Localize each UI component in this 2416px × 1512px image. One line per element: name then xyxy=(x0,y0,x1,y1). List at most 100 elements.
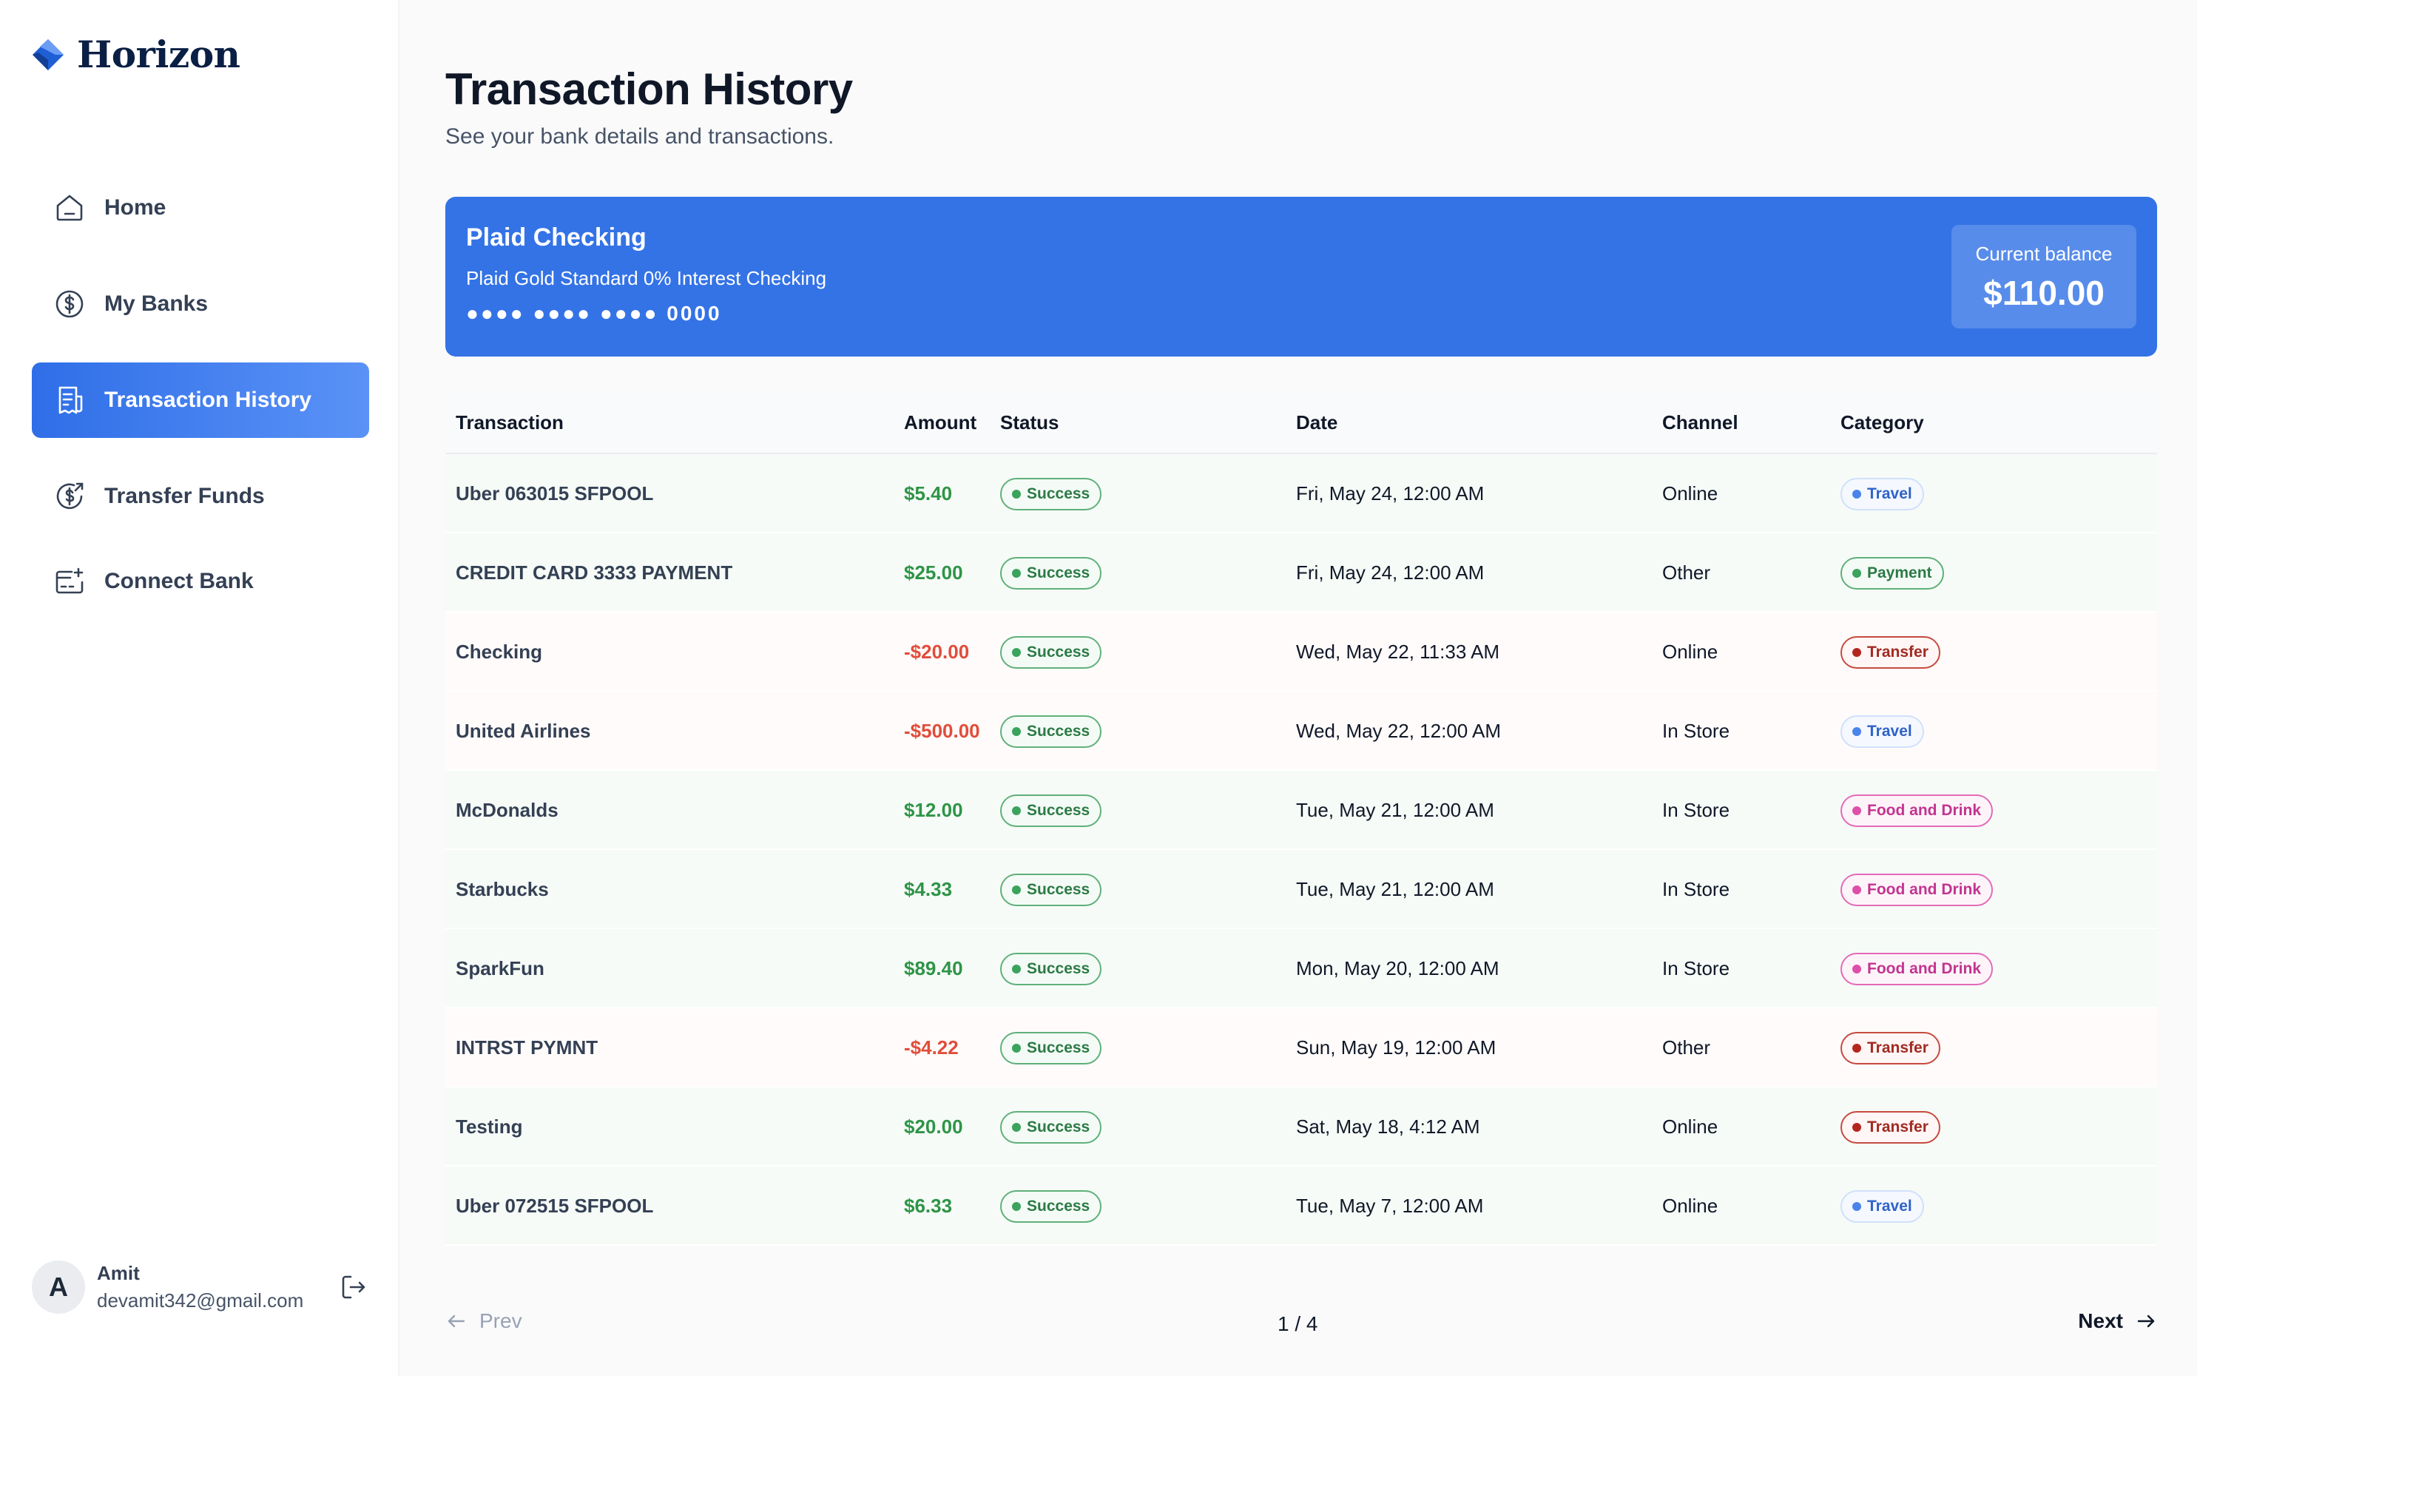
category-dot-icon xyxy=(1852,568,1861,578)
category-cell: Transfer xyxy=(1840,1087,1940,1167)
user-name: Amit xyxy=(97,1262,140,1284)
next-label: Next xyxy=(2078,1309,2123,1332)
status-badge: Success xyxy=(1000,477,1102,510)
column-header-date: Date xyxy=(1296,411,1338,433)
column-header-category: Category xyxy=(1840,411,1924,433)
transaction-channel: Other xyxy=(1662,1036,1711,1059)
table-row[interactable]: United Airlines -$500.00 Success Wed, May 2… xyxy=(445,692,2157,771)
table-row[interactable]: Uber 072515 SFPOOL $6.33 Success Tue, May 7… xyxy=(445,1167,2157,1246)
transaction-date: Tue, May 7, 12:00 AM xyxy=(1296,1195,1484,1217)
column-header-transaction: Transaction xyxy=(456,411,564,433)
status-cell: Success xyxy=(1000,1008,1102,1087)
category-cell: Food and Drink xyxy=(1840,850,1993,929)
category-dot-icon xyxy=(1852,1043,1861,1053)
status-dot-icon xyxy=(1012,806,1021,815)
user-email: devamit342@gmail.com xyxy=(97,1289,304,1312)
status-badge: Success xyxy=(1000,635,1102,669)
logout-icon[interactable] xyxy=(339,1272,368,1302)
bank-info-card: Plaid Checking Plaid Gold Standard 0% In… xyxy=(445,197,2157,357)
transaction-channel: In Store xyxy=(1662,799,1730,821)
status-badge: Success xyxy=(1000,715,1102,748)
status-label: Success xyxy=(1027,1039,1090,1056)
arrow-right-icon xyxy=(2137,1314,2155,1328)
transaction-date: Wed, May 22, 11:33 AM xyxy=(1296,641,1500,663)
status-dot-icon xyxy=(1012,568,1021,578)
transaction-name: Uber 063015 SFPOOL xyxy=(456,482,654,504)
table-row[interactable]: SparkFun $89.40 Success Mon, May 20, 12:00 … xyxy=(445,929,2157,1008)
next-button[interactable]: Next xyxy=(2078,1309,2157,1333)
transaction-channel: Online xyxy=(1662,641,1718,663)
prev-button[interactable]: Prev xyxy=(445,1309,522,1333)
status-label: Success xyxy=(1027,1197,1090,1215)
transaction-name: CREDIT CARD 3333 PAYMENT xyxy=(456,561,733,584)
category-label: Payment xyxy=(1867,564,1932,581)
transaction-channel: Online xyxy=(1662,1116,1718,1138)
category-dot-icon xyxy=(1852,1122,1861,1132)
card-add-icon xyxy=(55,567,84,594)
status-dot-icon xyxy=(1012,885,1021,894)
transaction-date: Fri, May 24, 12:00 AM xyxy=(1296,561,1485,584)
table-row[interactable]: INTRST PYMNT -$4.22 Success Sun, May 19, 12… xyxy=(445,1008,2157,1087)
transaction-amount: -$20.00 xyxy=(904,641,970,663)
category-dot-icon xyxy=(1852,964,1861,973)
transaction-channel: In Store xyxy=(1662,720,1730,742)
transaction-amount: $20.00 xyxy=(904,1116,963,1138)
transaction-amount: -$500.00 xyxy=(904,720,980,742)
category-label: Transfer xyxy=(1867,1118,1929,1135)
table-row[interactable]: McDonalds $12.00 Success Tue, May 21, 12:00… xyxy=(445,771,2157,850)
transaction-date: Wed, May 22, 12:00 AM xyxy=(1296,720,1501,742)
status-badge: Success xyxy=(1000,873,1102,906)
transaction-amount: $4.33 xyxy=(904,878,953,900)
avatar[interactable]: A xyxy=(32,1260,85,1314)
category-cell: Transfer xyxy=(1840,1008,1940,1087)
transaction-name: SparkFun xyxy=(456,957,544,979)
category-dot-icon xyxy=(1852,726,1861,736)
category-badge: Transfer xyxy=(1840,1110,1940,1144)
transaction-date: Tue, May 21, 12:00 AM xyxy=(1296,878,1494,900)
sidebar-item-connect-bank[interactable]: Connect Bank xyxy=(32,544,369,619)
category-badge: Travel xyxy=(1840,715,1924,748)
transaction-date: Mon, May 20, 12:00 AM xyxy=(1296,957,1499,979)
category-dot-icon xyxy=(1852,647,1861,657)
table-body: Uber 063015 SFPOOL $5.40 Success Fri, May 2… xyxy=(445,454,2157,1246)
transaction-channel: Other xyxy=(1662,561,1711,584)
user-info: Amit devamit342@gmail.com xyxy=(97,1262,303,1312)
category-label: Travel xyxy=(1867,1197,1912,1215)
status-label: Success xyxy=(1027,1118,1090,1135)
status-label: Success xyxy=(1027,564,1090,581)
bank-name: Plaid Checking xyxy=(466,223,647,252)
table-row[interactable]: Uber 063015 SFPOOL $5.40 Success Fri, May 2… xyxy=(445,454,2157,533)
category-badge: Food and Drink xyxy=(1840,873,1993,906)
transaction-amount: $12.00 xyxy=(904,799,963,821)
transaction-channel: In Store xyxy=(1662,878,1730,900)
table-row[interactable]: CREDIT CARD 3333 PAYMENT $25.00 Success Fri… xyxy=(445,533,2157,612)
status-dot-icon xyxy=(1012,1201,1021,1211)
category-dot-icon xyxy=(1852,489,1861,499)
sidebar-item-my-banks[interactable]: My Banks xyxy=(32,266,369,342)
transaction-name: United Airlines xyxy=(456,720,591,742)
transaction-name: McDonalds xyxy=(456,799,559,821)
brand-name: Horizon xyxy=(77,33,240,76)
category-cell: Transfer xyxy=(1840,612,1940,692)
transaction-amount: -$4.22 xyxy=(904,1036,959,1059)
sidebar-item-transfer-funds[interactable]: Transfer Funds xyxy=(32,459,369,534)
status-cell: Success xyxy=(1000,1167,1102,1246)
dollar-circle-icon xyxy=(55,290,84,318)
category-label: Transfer xyxy=(1867,1039,1929,1056)
category-label: Travel xyxy=(1867,485,1912,502)
table-row[interactable]: Checking -$20.00 Success Wed, May 22, 11:33… xyxy=(445,612,2157,692)
transaction-amount: $25.00 xyxy=(904,561,963,584)
status-badge: Success xyxy=(1000,794,1102,827)
brand-logo[interactable]: Horizon xyxy=(31,33,240,76)
status-badge: Success xyxy=(1000,556,1102,590)
status-cell: Success xyxy=(1000,929,1102,1008)
sidebar-item-transaction-history[interactable]: Transaction History xyxy=(32,362,369,438)
status-cell: Success xyxy=(1000,533,1102,612)
status-label: Success xyxy=(1027,959,1090,977)
table-row[interactable]: Starbucks $4.33 Success Tue, May 21, 12:00 … xyxy=(445,850,2157,929)
table-row[interactable]: Testing $20.00 Success Sat, May 18, 4:12 AM… xyxy=(445,1087,2157,1167)
sidebar-item-home[interactable]: Home xyxy=(32,170,369,246)
category-badge: Travel xyxy=(1840,1189,1924,1223)
status-label: Success xyxy=(1027,485,1090,502)
table-header: Transaction Amount Status Date Channel C… xyxy=(445,389,2157,454)
